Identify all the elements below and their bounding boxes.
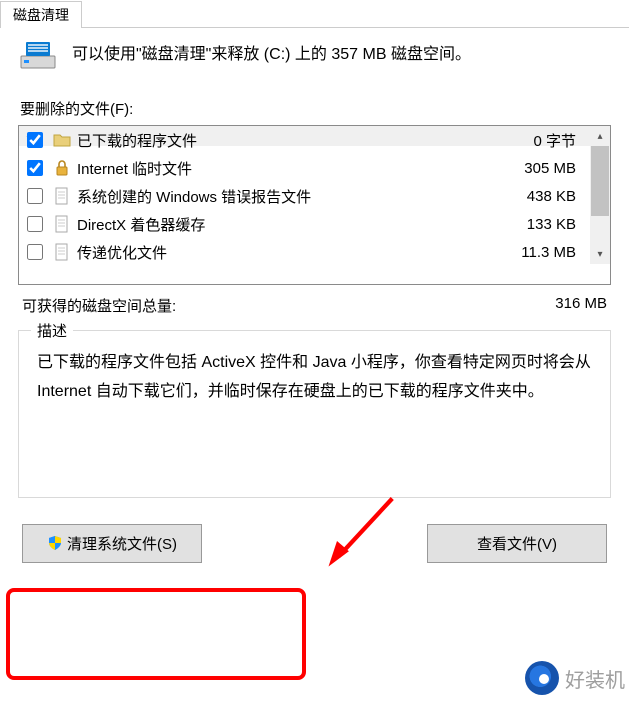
button-row: 清理系统文件(S) 查看文件(V) (0, 524, 629, 563)
clean-system-files-label: 清理系统文件(S) (67, 533, 177, 554)
disk-icon (20, 40, 56, 70)
list-item[interactable]: DirectX 着色器缓存 133 KB (19, 210, 590, 238)
watermark: 好装机 (525, 661, 625, 695)
scroll-down-button[interactable]: ▾ (590, 244, 610, 264)
file-checkbox[interactable] (27, 160, 43, 176)
doc-icon (53, 187, 71, 205)
file-checkbox[interactable] (27, 132, 43, 148)
file-size: 438 KB (504, 188, 584, 205)
lock-icon (53, 159, 71, 177)
file-size: 133 KB (504, 216, 584, 233)
file-size: 0 字节 (504, 130, 584, 151)
file-name: 已下载的程序文件 (77, 130, 498, 151)
view-files-button[interactable]: 查看文件(V) (427, 524, 607, 563)
file-name: Internet 临时文件 (77, 158, 498, 179)
file-name: DirectX 着色器缓存 (77, 214, 498, 235)
total-space-row: 可获得的磁盘空间总量: 316 MB (0, 285, 629, 322)
scroll-track[interactable] (590, 146, 610, 244)
list-item[interactable]: Internet 临时文件 305 MB (19, 154, 590, 182)
description-text: 已下载的程序文件包括 ActiveX 控件和 Java 小程序，你查看特定网页时… (37, 349, 592, 407)
file-size: 11.3 MB (504, 244, 584, 261)
tab-disk-cleanup[interactable]: 磁盘清理 (0, 1, 82, 28)
list-item[interactable]: 已下载的程序文件 0 字节 (19, 126, 590, 154)
watermark-text: 好装机 (565, 664, 625, 693)
vertical-scrollbar[interactable]: ▴ ▾ (590, 126, 610, 264)
list-item[interactable]: 系统创建的 Windows 错误报告文件 438 KB (19, 182, 590, 210)
description-legend: 描述 (31, 320, 73, 341)
file-size: 305 MB (504, 160, 584, 177)
file-checkbox[interactable] (27, 244, 43, 260)
annotation-highlight-box (6, 588, 306, 680)
total-space-value: 316 MB (555, 295, 607, 316)
files-to-delete-label: 要删除的文件(F): (0, 88, 629, 125)
doc-icon (53, 243, 71, 261)
file-list-container: 已下载的程序文件 0 字节 Internet 临时文件 305 MB 系统创建的 Win… (18, 125, 611, 285)
file-name: 传递优化文件 (77, 242, 498, 263)
watermark-logo (525, 661, 559, 695)
clean-system-files-button[interactable]: 清理系统文件(S) (22, 524, 202, 563)
description-group: 描述 已下载的程序文件包括 ActiveX 控件和 Java 小程序，你查看特定… (18, 330, 611, 498)
tab-bar: 磁盘清理 (0, 0, 629, 28)
file-name: 系统创建的 Windows 错误报告文件 (77, 186, 498, 207)
doc-icon (53, 215, 71, 233)
total-space-label: 可获得的磁盘空间总量: (22, 295, 176, 316)
shield-icon (47, 535, 63, 551)
view-files-label: 查看文件(V) (477, 533, 557, 554)
file-checkbox[interactable] (27, 216, 43, 232)
scroll-thumb[interactable] (591, 146, 609, 216)
folder-icon (53, 131, 71, 149)
list-item[interactable]: 传递优化文件 11.3 MB (19, 238, 590, 264)
info-text: 可以使用"磁盘清理"来释放 (C:) 上的 357 MB 磁盘空间。 (72, 43, 471, 67)
file-list[interactable]: 已下载的程序文件 0 字节 Internet 临时文件 305 MB 系统创建的 Win… (19, 126, 590, 264)
scroll-up-button[interactable]: ▴ (590, 126, 610, 146)
file-checkbox[interactable] (27, 188, 43, 204)
info-row: 可以使用"磁盘清理"来释放 (C:) 上的 357 MB 磁盘空间。 (0, 28, 629, 88)
